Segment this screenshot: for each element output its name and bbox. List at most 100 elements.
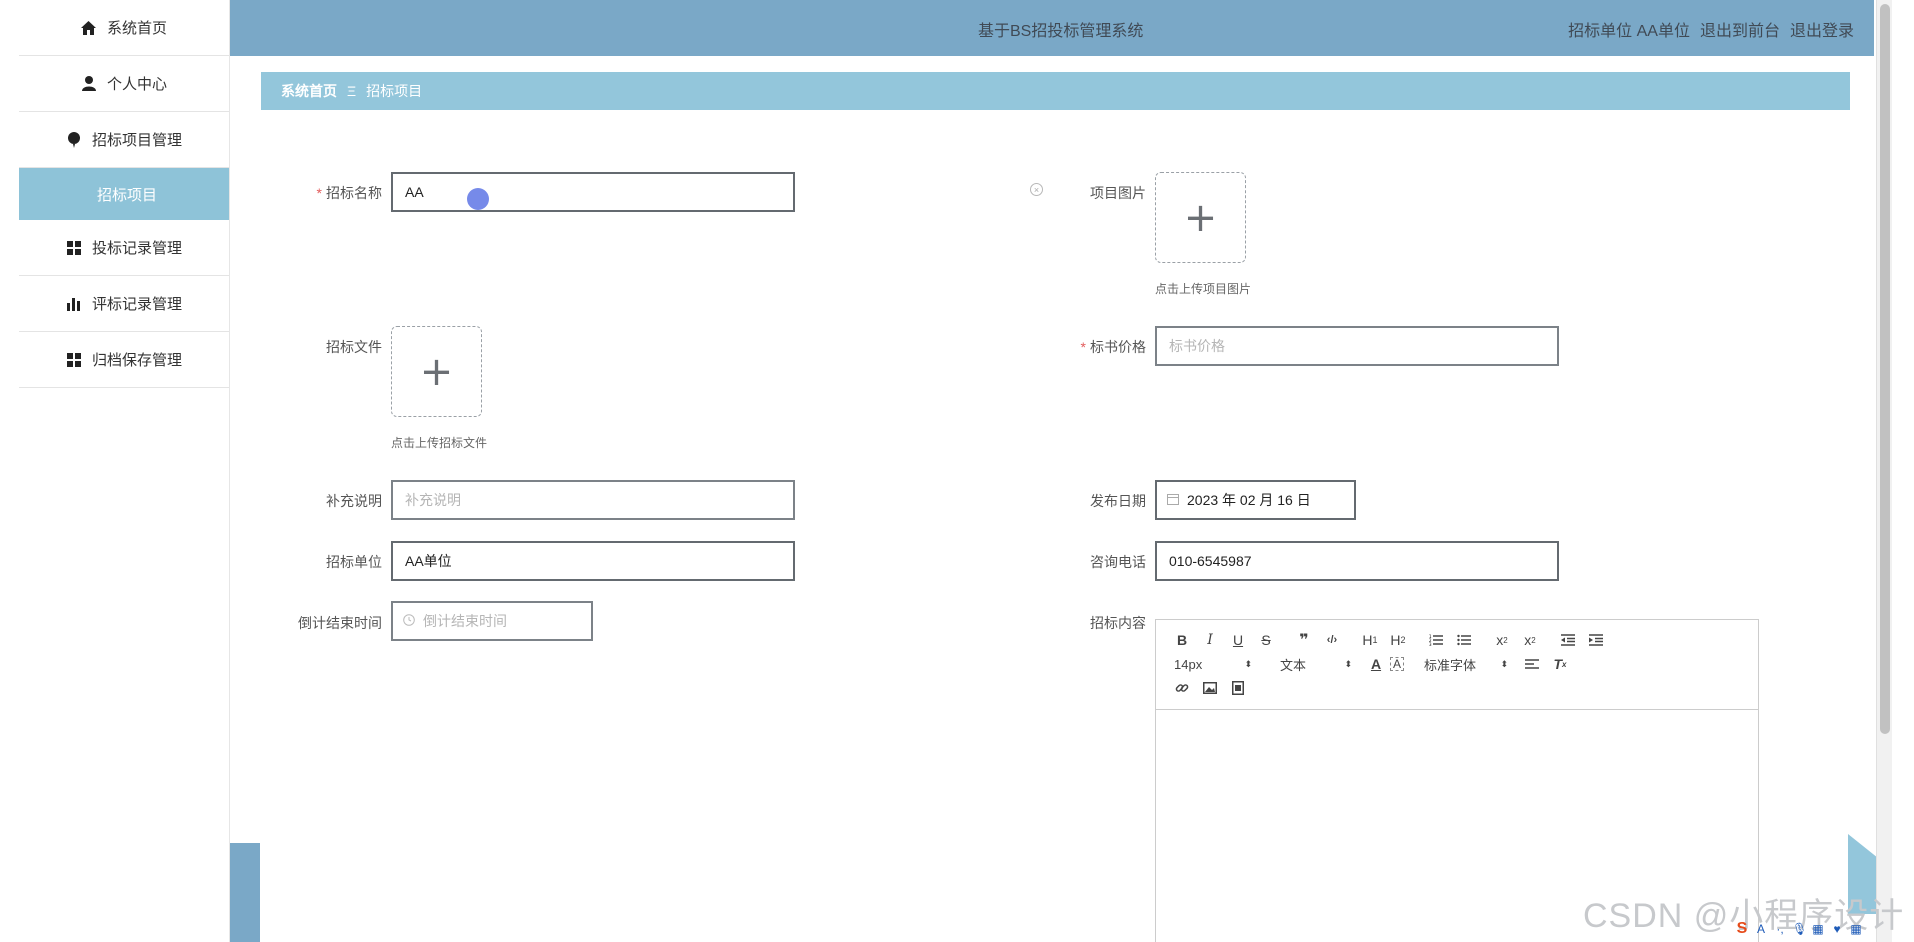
sidebar-item-label: 招标项目 — [97, 186, 158, 204]
select-arrows-icon: ⬍ — [1244, 658, 1252, 669]
blockquote-icon[interactable]: ❞ — [1290, 629, 1318, 651]
superscript-icon[interactable]: x2 — [1516, 629, 1544, 651]
exit-to-front-link[interactable]: 退出到前台 — [1700, 17, 1780, 41]
countdown-end-input[interactable]: 倒计结束时间 — [391, 601, 593, 641]
italic-icon[interactable]: I — [1196, 629, 1224, 651]
tender-file-hint: 点击上传招标文件 — [391, 436, 488, 450]
sidebar-item-label: 个人中心 — [106, 76, 167, 93]
bar-chart-icon — [66, 296, 82, 312]
calendar-icon — [1167, 492, 1179, 508]
microphone-icon: 🎙 — [1792, 922, 1808, 936]
app-root: 系统首页 个人中心 招标项目管理 招标项目 投标记录管理 评标记录管理 归档保存… — [0, 0, 1914, 942]
sidebar-item-archive-management[interactable]: 归档保存管理 — [19, 332, 229, 388]
menu-grid-icon: ▦ — [1850, 922, 1862, 936]
required-mark: * — [316, 185, 322, 201]
tender-name-input[interactable]: AA — [391, 172, 795, 212]
ime-punct-icon: ·, — [1776, 922, 1784, 936]
header-user-area: 招标单位 AA单位 退出到前台 退出登录 — [1568, 17, 1854, 41]
project-image-upload[interactable]: + — [1155, 172, 1246, 263]
ime-toolbar: S A ·, 🎙 ▦ ♥ ▦ — [1735, 920, 1863, 937]
system-title: 基于BS招投标管理系统 — [978, 23, 1144, 40]
logout-link[interactable]: 退出登录 — [1790, 17, 1854, 41]
consult-phone-input[interactable]: 010-6545987 — [1155, 541, 1559, 581]
font-color-icon[interactable]: A — [1362, 653, 1390, 675]
required-mark: * — [1080, 339, 1086, 355]
sidebar-item-tender-project-management[interactable]: 招标项目管理 — [19, 112, 229, 168]
countdown-end-placeholder: 倒计结束时间 — [423, 613, 507, 629]
tender-file-upload[interactable]: + — [391, 326, 482, 417]
align-icon[interactable] — [1518, 653, 1546, 675]
paragraph-select[interactable]: 文本 ⬍ — [1262, 653, 1352, 675]
paragraph-value: 文本 — [1280, 657, 1307, 673]
indent-icon[interactable] — [1582, 629, 1610, 651]
publish-date-input[interactable]: 2023 年 02 月 16 日 — [1155, 480, 1356, 520]
bold-icon[interactable]: B — [1168, 629, 1196, 651]
font-family-value: 标准字体 — [1424, 657, 1477, 673]
supplement-input[interactable]: 补充说明 — [391, 480, 795, 520]
select-arrows-icon: ⬍ — [1344, 658, 1352, 669]
sidebar-item-evaluation-record-management[interactable]: 评标记录管理 — [19, 276, 229, 332]
clear-format-icon[interactable]: Tx — [1546, 653, 1574, 675]
project-image-label: 项目图片 — [1090, 185, 1146, 201]
image-icon[interactable] — [1196, 677, 1224, 699]
home-icon — [81, 20, 97, 36]
tender-name-label-text: 招标名称 — [326, 185, 382, 201]
sidebar-item-label: 评标记录管理 — [91, 296, 182, 313]
sidebar-item-profile[interactable]: 个人中心 — [19, 56, 229, 112]
page-scrollbar[interactable] — [1876, 0, 1892, 942]
breadcrumb-current: 招标项目 — [366, 83, 423, 99]
breadcrumb-home[interactable]: 系统首页 — [281, 81, 337, 101]
bid-price-input[interactable]: 标书价格 — [1155, 326, 1559, 366]
heading-2-icon[interactable]: H2 — [1384, 629, 1412, 651]
font-size-select[interactable]: 14px ⬍ — [1168, 653, 1252, 675]
decorative-shape-left — [230, 843, 260, 942]
current-user: 招标单位 AA单位 — [1568, 23, 1690, 40]
toolbar-row-3 — [1168, 676, 1746, 700]
ordered-list-icon[interactable]: 123 — [1422, 629, 1450, 651]
grid-icon — [66, 352, 82, 368]
code-block-icon[interactable]: ‹/› — [1318, 629, 1346, 651]
link-icon[interactable] — [1168, 677, 1196, 699]
font-size-value: 14px — [1174, 656, 1203, 672]
subscript-icon[interactable]: x2 — [1488, 629, 1516, 651]
sidebar-item-bid-record-management[interactable]: 投标记录管理 — [19, 220, 229, 276]
sidebar-item-tender-project[interactable]: 招标项目 — [19, 168, 229, 220]
font-family-select[interactable]: 标准字体 ⬍ — [1414, 653, 1508, 675]
publish-date-value: 2023 年 02 月 16 日 — [1187, 492, 1311, 508]
toolbar-row-2: 14px ⬍ 文本 ⬍ A A 标准字体 ⬍ T x — [1168, 652, 1746, 676]
sogou-logo-icon: S — [1736, 920, 1748, 937]
bid-price-label: * 标书价格 — [1026, 337, 1146, 357]
plus-icon: + — [1183, 194, 1218, 241]
outdent-icon[interactable] — [1554, 629, 1582, 651]
strikethrough-icon[interactable]: S — [1252, 629, 1280, 651]
supplement-label: 补充说明 — [326, 493, 382, 509]
bullet-list-icon[interactable] — [1450, 629, 1478, 651]
sidebar-item-label: 系统首页 — [106, 20, 167, 37]
sidebar-item-home[interactable]: 系统首页 — [19, 0, 229, 56]
skin-icon: ♥ — [1833, 922, 1841, 936]
background-color-icon[interactable]: A — [1390, 657, 1404, 671]
tender-file-label: 招标文件 — [326, 339, 382, 355]
breadcrumb-separator: Ξ — [347, 83, 357, 99]
video-icon[interactable] — [1224, 677, 1252, 699]
project-image-hint: 点击上传项目图片 — [1155, 282, 1252, 296]
heading-1-icon[interactable]: H1 — [1356, 629, 1384, 651]
publish-date-label: 发布日期 — [1090, 493, 1146, 509]
plus-icon: + — [419, 348, 454, 395]
scrollbar-thumb[interactable] — [1880, 4, 1890, 734]
consult-phone-label: 咨询电话 — [1090, 554, 1146, 570]
breadcrumb: 系统首页 Ξ 招标项目 — [261, 72, 1850, 110]
grid-icon — [66, 240, 82, 256]
sidebar-item-label: 投标记录管理 — [91, 240, 182, 257]
ime-mode-icon: A — [1756, 922, 1765, 936]
sidebar-item-label: 归档保存管理 — [91, 352, 182, 369]
user-icon — [81, 76, 97, 92]
toolbar-row-1: B I U S ❞ ‹/› H1 H2 123 x2 x2 — [1168, 628, 1746, 652]
underline-icon[interactable]: U — [1224, 629, 1252, 651]
clock-icon — [403, 613, 415, 629]
top-header: 基于BS招投标管理系统 招标单位 AA单位 退出到前台 退出登录 — [230, 0, 1874, 56]
tender-unit-input[interactable]: AA单位 — [391, 541, 795, 581]
balloon-icon — [66, 131, 82, 148]
sidebar-item-label: 招标项目管理 — [91, 132, 182, 149]
mouse-cursor-indicator — [467, 188, 489, 210]
